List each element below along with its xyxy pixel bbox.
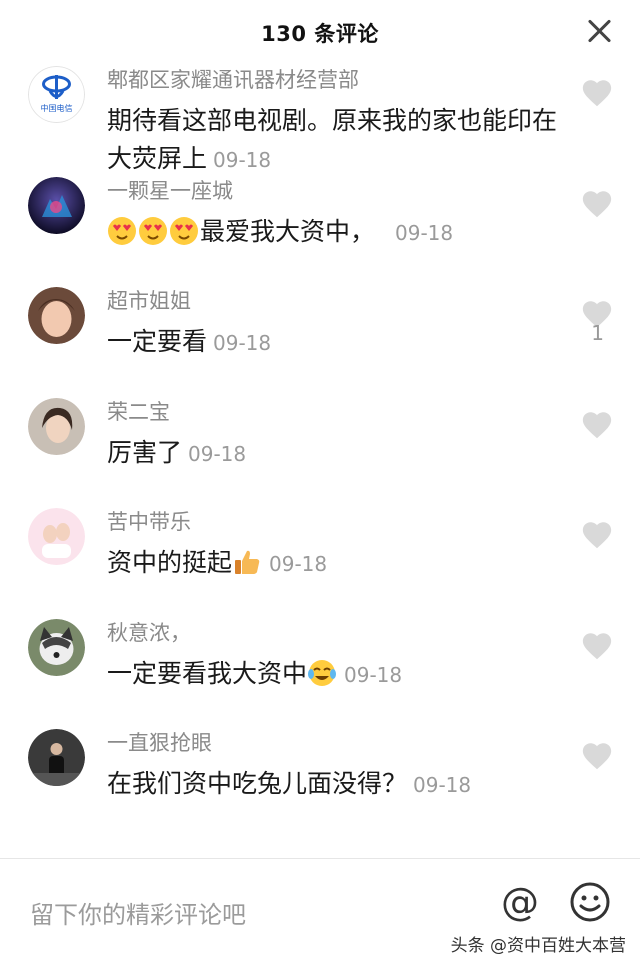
heart-icon[interactable] bbox=[580, 187, 614, 221]
avatar[interactable]: 中国电信 bbox=[28, 66, 85, 123]
comment-text: 在我们资中吃兔儿面没得？ 09-18 bbox=[107, 769, 472, 798]
comment-username[interactable]: 郫都区家耀通讯器材经营部 bbox=[107, 64, 359, 94]
heart-icon[interactable] bbox=[580, 518, 614, 552]
comment-username[interactable]: 苦中带乐 bbox=[107, 506, 191, 536]
comment-time: 09-18 bbox=[213, 148, 272, 172]
avatar[interactable] bbox=[28, 287, 85, 344]
comment-time: 09-18 bbox=[213, 331, 272, 355]
heart-icon[interactable] bbox=[580, 739, 614, 773]
comment-list: 中国电信 郫都区家耀通讯器材经营部 期待看这部电视剧。原来我的家也能印在大荧屏上… bbox=[0, 62, 640, 858]
heart-eyes-icon bbox=[108, 216, 136, 245]
close-icon[interactable] bbox=[586, 18, 612, 44]
svg-text:中国电信: 中国电信 bbox=[41, 103, 73, 113]
comment-time: 09-18 bbox=[413, 773, 472, 797]
comment-item: 一颗星一座城 最爱我大资中， 09-18 bbox=[0, 173, 640, 284]
comment-count-title: 130 条评论 bbox=[261, 22, 379, 46]
comment-item: 中国电信 郫都区家耀通讯器材经营部 期待看这部电视剧。原来我的家也能印在大荧屏上… bbox=[0, 62, 640, 173]
comment-text: 一定要看 09-18 bbox=[107, 327, 272, 356]
comment-time: 09-18 bbox=[269, 552, 328, 576]
comment-item: 超市姐姐 一定要看 09-18 1 bbox=[0, 283, 640, 394]
comment-text: 期待看这部电视剧。原来我的家也能印在大荧屏上 09-18 bbox=[107, 106, 558, 173]
comment-time: 09-18 bbox=[395, 220, 454, 245]
heart-eyes-icon bbox=[139, 216, 167, 245]
heart-icon[interactable] bbox=[580, 76, 614, 110]
comments-header: 130 条评论 bbox=[0, 0, 640, 62]
tears-of-joy-icon bbox=[308, 659, 337, 686]
comment-text: 最爱我大资中， 09-18 bbox=[107, 213, 557, 252]
comment-username[interactable]: 超市姐姐 bbox=[107, 285, 191, 315]
comment-username[interactable]: 秋意浓， bbox=[107, 617, 191, 647]
comment-text: 一定要看我大资中 09-18 bbox=[107, 658, 403, 688]
comment-input-bar: 留下你的精彩评论吧 @ 头条 @资中百姓大本营 bbox=[0, 858, 640, 964]
comment-item: 一直狠抢眼 在我们资中吃兔儿面没得？ 09-18 bbox=[0, 725, 640, 836]
comment-time: 09-18 bbox=[188, 441, 247, 466]
heart-icon[interactable] bbox=[580, 629, 614, 663]
comment-input[interactable]: 留下你的精彩评论吧 bbox=[30, 895, 246, 930]
at-mention-icon[interactable]: @ bbox=[498, 881, 542, 925]
avatar[interactable] bbox=[28, 618, 85, 676]
avatar[interactable] bbox=[28, 729, 85, 786]
thumbs-up-icon bbox=[235, 550, 260, 574]
comment-item: 荣二宝 厉害了 09-18 bbox=[0, 394, 640, 505]
comment-text: 厉害了 09-18 bbox=[107, 437, 247, 467]
comment-time: 09-18 bbox=[344, 662, 403, 687]
comment-item: 秋意浓， 一定要看我大资中 09-18 bbox=[0, 615, 640, 726]
avatar[interactable] bbox=[28, 508, 85, 565]
comment-text: 资中的挺起 09-18 bbox=[107, 548, 328, 577]
avatar[interactable] bbox=[28, 397, 85, 455]
svg-text:@: @ bbox=[501, 881, 539, 924]
like-count: 1 bbox=[591, 321, 604, 345]
avatar[interactable] bbox=[28, 176, 85, 234]
comment-item: 苦中带乐 资中的挺起 09-18 bbox=[0, 504, 640, 615]
heart-eyes-icon bbox=[170, 216, 198, 245]
comment-username[interactable]: 一直狠抢眼 bbox=[107, 727, 212, 757]
comment-username[interactable]: 荣二宝 bbox=[107, 396, 170, 426]
comment-username[interactable]: 一颗星一座城 bbox=[107, 175, 233, 205]
heart-icon[interactable] bbox=[580, 408, 614, 442]
emoji-icon[interactable] bbox=[569, 881, 611, 923]
watermark: 头条 @资中百姓大本营 bbox=[450, 936, 626, 956]
